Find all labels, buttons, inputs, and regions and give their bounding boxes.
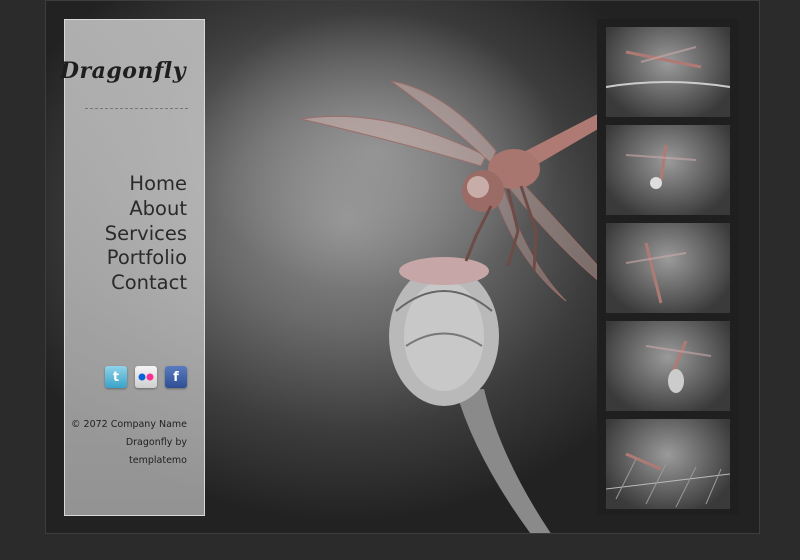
main-nav: Home About Services Portfolio Contact — [105, 172, 187, 296]
nav-portfolio-link[interactable]: Portfolio — [105, 246, 187, 271]
facebook-icon[interactable]: f — [165, 366, 187, 388]
thumbnail-3[interactable] — [606, 223, 730, 313]
thumbnail-1[interactable] — [606, 27, 730, 117]
gallery-thumbnails — [597, 19, 739, 515]
credit-line-1: Dragonfly by — [125, 437, 187, 448]
site-footer: © 2072 Company Name Dragonfly by templat… — [71, 416, 187, 470]
thumbnail-5[interactable] — [606, 419, 730, 509]
sidebar: Dragonfly Home About Services Portfolio … — [60, 19, 205, 516]
logo-divider — [85, 108, 188, 109]
thumbnail-2[interactable] — [606, 125, 730, 215]
flickr-icon[interactable] — [135, 366, 157, 388]
site-logo[interactable]: Dragonfly — [60, 58, 186, 84]
page-frame: Dragonfly Home About Services Portfolio … — [45, 0, 760, 534]
thumbnail-4[interactable] — [606, 321, 730, 411]
social-links: t f — [105, 366, 187, 388]
dragonfly-illustration — [300, 80, 606, 533]
credit-link[interactable]: templatemo — [71, 452, 187, 470]
nav-home-link[interactable]: Home — [105, 172, 187, 197]
nav-services-link[interactable]: Services — [105, 222, 187, 247]
nav-about-link[interactable]: About — [105, 197, 187, 222]
nav-contact-link[interactable]: Contact — [105, 271, 187, 296]
copyright-text: © 2072 Company Name — [71, 419, 187, 430]
twitter-icon[interactable]: t — [105, 366, 127, 388]
